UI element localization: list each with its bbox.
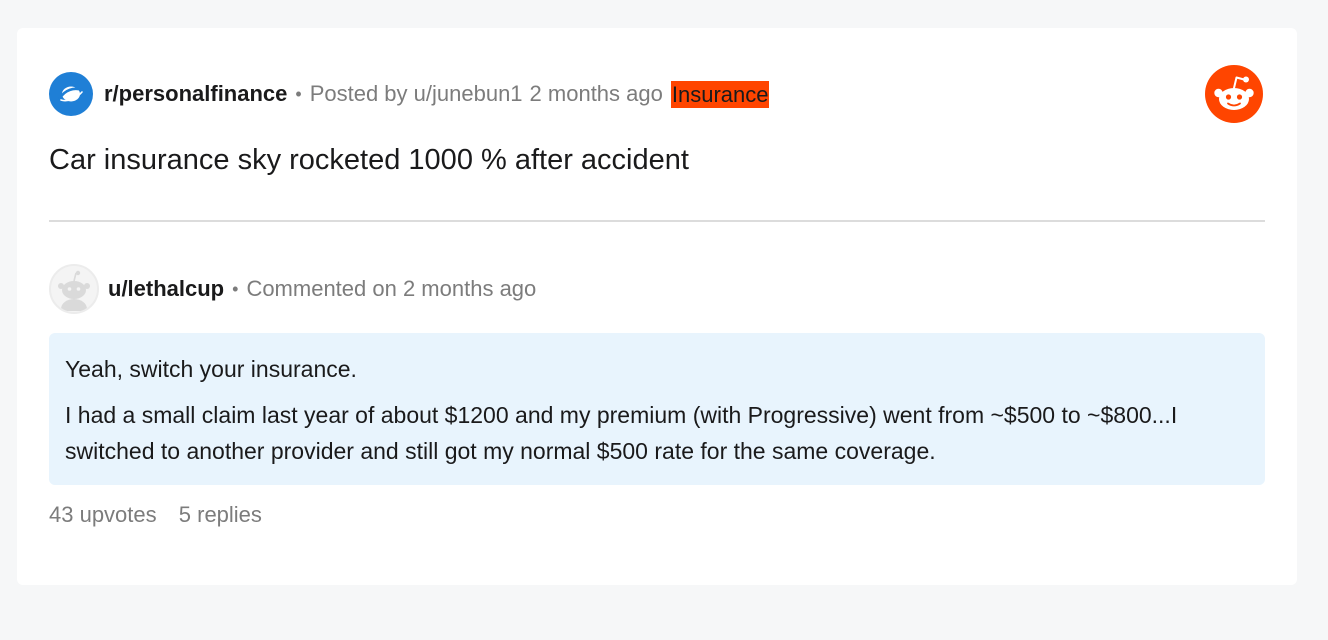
- reddit-logo-icon[interactable]: [1205, 65, 1263, 123]
- post-header: r/personalfinance • Posted by u/junebun1…: [49, 72, 770, 116]
- post-card: r/personalfinance • Posted by u/junebun1…: [17, 28, 1297, 585]
- upvote-count[interactable]: 43 upvotes: [49, 502, 157, 527]
- comment-paragraph: Yeah, switch your insurance.: [65, 356, 357, 382]
- comment-meta-separator: •: [232, 278, 239, 299]
- comment-meta: Commented on 2 months ago: [246, 276, 537, 301]
- subreddit-planet-icon[interactable]: [49, 72, 93, 116]
- post-flair[interactable]: Insurance: [670, 80, 770, 108]
- comment-paragraph: I had a small claim last year of about $…: [65, 402, 1178, 464]
- post-time: 2 months ago: [529, 81, 663, 106]
- comment-username[interactable]: u/lethalcup: [108, 276, 224, 302]
- divider: [49, 220, 1265, 222]
- comment-header: u/lethalcup • Commented on 2 months ago: [49, 264, 536, 314]
- comment-stats: 43 upvotes 5 replies: [49, 502, 262, 528]
- subreddit-name[interactable]: r/personalfinance: [104, 81, 287, 107]
- posted-by[interactable]: Posted by u/junebun1: [310, 81, 523, 107]
- default-user-avatar-icon[interactable]: [49, 264, 99, 314]
- post-title[interactable]: Car insurance sky rocketed 1000 % after …: [49, 144, 689, 177]
- comment-body[interactable]: Yeah, switch your insurance. I had a sma…: [49, 333, 1265, 485]
- reply-count[interactable]: 5 replies: [179, 502, 262, 527]
- meta-separator: •: [295, 83, 302, 104]
